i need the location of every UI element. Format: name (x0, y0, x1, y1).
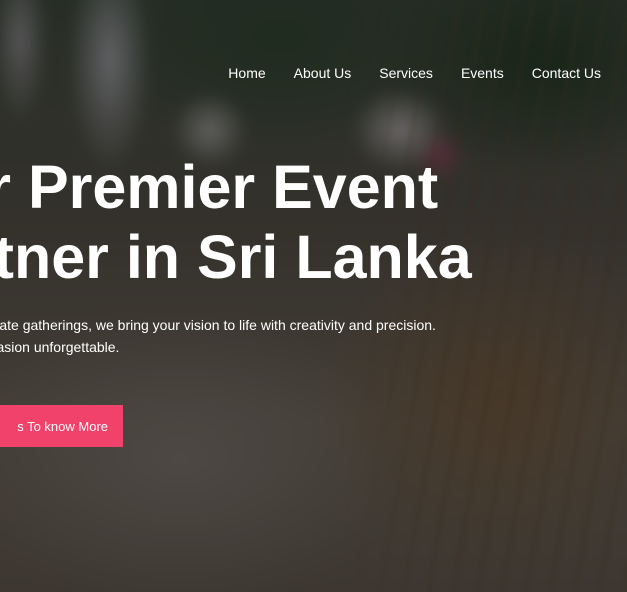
nav-events-link[interactable]: Events (461, 65, 504, 81)
hero-description: o corporate gatherings, we bring your vi… (0, 314, 436, 358)
main-navigation: Home About Us Services Events Contact Us (228, 65, 601, 81)
hero-section: Home About Us Services Events Contact Us… (0, 0, 627, 592)
nav-services-link[interactable]: Services (379, 65, 433, 81)
hero-headline: ur Premier Event artner in Sri Lanka (0, 152, 472, 292)
nav-home-link[interactable]: Home (228, 65, 265, 81)
nav-contact-link[interactable]: Contact Us (532, 65, 601, 81)
hero-headline-line1: ur Premier Event (0, 153, 439, 221)
hero-description-line1: o corporate gatherings, we bring your vi… (0, 317, 436, 333)
hero-description-line2: ecial occasion unforgettable. (0, 339, 120, 355)
hero-headline-line2: artner in Sri Lanka (0, 223, 472, 291)
nav-about-link[interactable]: About Us (294, 65, 352, 81)
dark-overlay (0, 0, 627, 592)
know-more-button[interactable]: s To know More (0, 405, 123, 447)
